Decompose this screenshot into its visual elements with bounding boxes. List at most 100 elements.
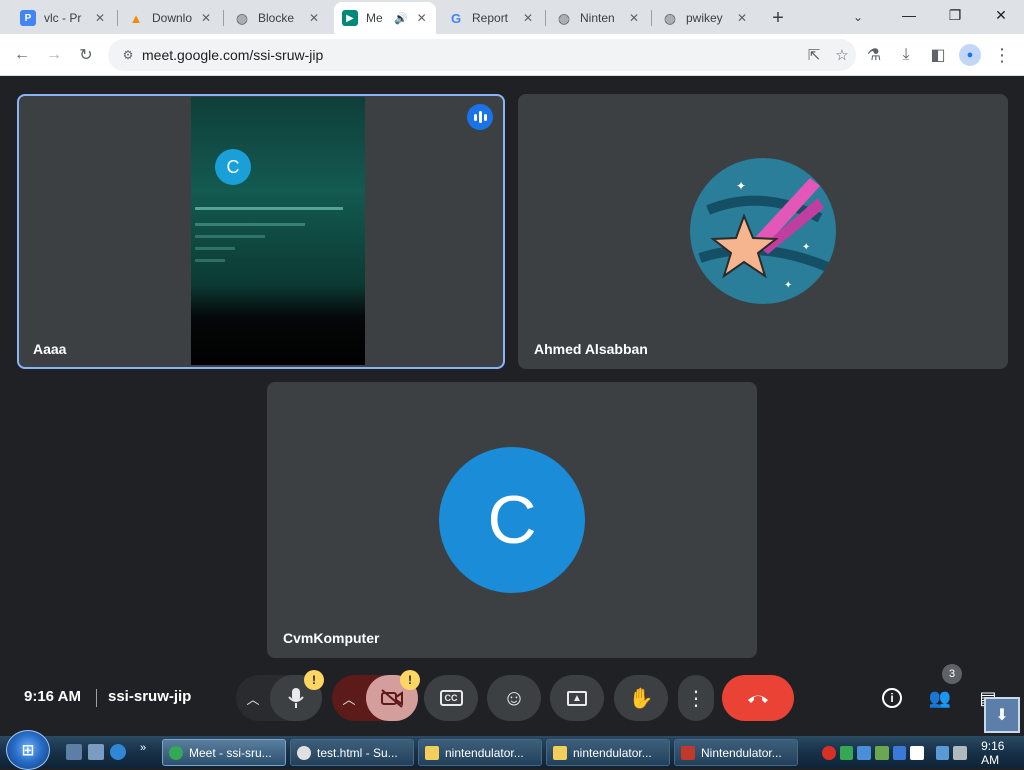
- tray-app-icon[interactable]: [857, 745, 871, 760]
- close-tab-icon[interactable]: ✕: [520, 10, 536, 26]
- video-artifact: [195, 223, 305, 226]
- close-tab-icon[interactable]: ✕: [626, 10, 642, 26]
- chrome-icon: [297, 745, 311, 760]
- tab-title: Ninten: [580, 11, 615, 25]
- new-tab-button[interactable]: +: [766, 6, 790, 30]
- download-icon[interactable]: ⤓: [892, 41, 920, 69]
- network-icon[interactable]: [839, 745, 854, 760]
- taskbar-item-label: Meet - ssi-sru...: [189, 745, 272, 760]
- meeting-code: ssi-sruw-jip: [108, 688, 192, 705]
- vlc-cone-icon: ▲: [129, 10, 143, 26]
- security-alert-icon[interactable]: [822, 745, 836, 760]
- present-screen-button[interactable]: ▲: [550, 675, 604, 721]
- participant-name: CvmKomputer: [283, 630, 380, 646]
- taskbar-item-nintendulator-folder-2[interactable]: nintendulator...: [546, 739, 670, 766]
- internet-explorer-icon[interactable]: [110, 744, 126, 760]
- tray-app-icon[interactable]: [892, 745, 907, 760]
- mic-warning-icon: !: [304, 670, 324, 690]
- svg-text:✦: ✦: [802, 242, 810, 253]
- forward-button[interactable]: →: [40, 41, 68, 69]
- tab-1[interactable]: ▲ Downlo ✕: [120, 2, 222, 34]
- show-desktop-icon[interactable]: [66, 744, 82, 760]
- taskbar-item-label: nintendulator...: [445, 745, 524, 760]
- reactions-button[interactable]: ☺: [487, 675, 541, 721]
- close-tab-icon[interactable]: ✕: [92, 10, 108, 26]
- tab-2[interactable]: ◍ Blocke ✕: [226, 2, 330, 34]
- leave-call-button[interactable]: [722, 675, 794, 721]
- close-tab-icon[interactable]: ✕: [198, 10, 214, 26]
- meeting-details-button[interactable]: i: [876, 682, 908, 714]
- more-options-button[interactable]: ⋮: [678, 675, 714, 721]
- display-icon[interactable]: [935, 745, 950, 760]
- profile-button[interactable]: ●: [956, 41, 984, 69]
- video-artifact: [195, 259, 225, 262]
- people-button[interactable]: 👥: [924, 682, 956, 714]
- svg-text:✦: ✦: [736, 179, 746, 193]
- site-info-icon[interactable]: ⚙: [114, 48, 142, 62]
- participant-video: C: [191, 97, 365, 365]
- svg-text:✦: ✦: [784, 280, 792, 291]
- info-icon: i: [882, 688, 902, 708]
- close-window-button[interactable]: ✕: [978, 0, 1024, 30]
- restore-button[interactable]: ❐: [932, 0, 978, 30]
- labs-flask-icon[interactable]: ⚗: [860, 41, 888, 69]
- video-avatar: C: [215, 149, 251, 185]
- tab-6[interactable]: ◍ pwikey ✕: [654, 2, 758, 34]
- share-icon[interactable]: ⇱: [800, 41, 828, 69]
- tray-app-icon[interactable]: [910, 745, 924, 760]
- tab-search-button[interactable]: ⌄: [846, 6, 870, 28]
- close-tab-icon[interactable]: ✕: [734, 10, 750, 26]
- profile-avatar-icon: ●: [959, 44, 981, 66]
- windows-logo-icon: ⊞: [21, 742, 35, 759]
- start-button[interactable]: ⊞: [6, 730, 50, 770]
- reload-button[interactable]: ↻: [72, 41, 100, 69]
- browser-toolbar: ← → ↻ ⚙ meet.google.com/ssi-sruw-jip ⇱ ☆…: [0, 34, 1024, 76]
- close-tab-icon[interactable]: ✕: [414, 10, 430, 26]
- taskbar-clock[interactable]: 9:16 AM: [981, 739, 1024, 767]
- explorer-icon[interactable]: [88, 744, 104, 760]
- audio-settings-chevron-icon[interactable]: ︿: [236, 675, 270, 721]
- windows-taskbar: ⊞ » Meet - ssi-sru... test.html - Su... …: [0, 730, 1024, 770]
- back-button[interactable]: ←: [8, 41, 36, 69]
- browser-menu-icon[interactable]: ⋮: [988, 41, 1016, 69]
- taskbar-item-nintendulator-folder[interactable]: nintendulator...: [418, 739, 542, 766]
- volume-muted-icon[interactable]: [953, 745, 968, 760]
- minimize-button[interactable]: —: [886, 0, 932, 30]
- overflow-chevron-icon[interactable]: »: [140, 742, 156, 758]
- participant-tile-aaaa[interactable]: C Aaaa: [17, 94, 505, 369]
- address-bar[interactable]: ⚙ meet.google.com/ssi-sruw-jip ⇱ ☆: [108, 39, 856, 71]
- captions-button[interactable]: CC: [424, 675, 478, 721]
- bookmark-star-icon[interactable]: ☆: [828, 41, 856, 69]
- docs-icon: P: [20, 10, 36, 26]
- closed-captions-icon: CC: [439, 690, 463, 706]
- close-tab-icon[interactable]: ✕: [306, 10, 322, 26]
- tray-app-icon[interactable]: [874, 745, 889, 760]
- tab-divider: [223, 10, 224, 26]
- side-panel-icon[interactable]: ◧: [924, 41, 952, 69]
- tab-5[interactable]: ◍ Ninten ✕: [548, 2, 650, 34]
- participant-tile-cvmkomputer[interactable]: C CvmKomputer: [267, 382, 757, 658]
- download-arrow-icon[interactable]: ⬇: [984, 697, 1020, 733]
- taskbar-item-test-html[interactable]: test.html - Su...: [290, 739, 414, 766]
- tab-meet-active[interactable]: ▶ Me 🔊 ✕: [334, 2, 436, 34]
- participant-tile-ahmed[interactable]: ✦ ✦ ✦ Ahmed Alsabban: [518, 94, 1008, 369]
- microphone-icon: [288, 688, 304, 708]
- present-screen-icon: ▲: [567, 690, 587, 706]
- taskbar-item-nintendulator-app[interactable]: Nintendulator...: [674, 739, 798, 766]
- audio-playing-icon[interactable]: 🔊: [394, 12, 408, 25]
- taskbar-item-meet[interactable]: Meet - ssi-sru...: [162, 739, 286, 766]
- tab-4[interactable]: G Report ✕: [440, 2, 544, 34]
- tab-divider: [651, 10, 652, 26]
- people-icon: 👥: [928, 687, 952, 708]
- taskbar-item-label: Nintendulator...: [701, 745, 782, 760]
- video-settings-chevron-icon[interactable]: ︿: [332, 675, 366, 721]
- participant-avatar: C: [439, 447, 585, 593]
- url-text[interactable]: meet.google.com/ssi-sruw-jip: [142, 47, 800, 63]
- speaking-indicator-icon: [467, 104, 493, 130]
- tab-0[interactable]: P vlc - Pr ✕: [12, 2, 116, 34]
- raise-hand-button[interactable]: ✋: [614, 675, 668, 721]
- video-artifact: [195, 247, 235, 250]
- folder-icon: [553, 745, 567, 760]
- browser-tabstrip: P vlc - Pr ✕ ▲ Downlo ✕ ◍ Blocke ✕ ▶ Me …: [0, 0, 1024, 34]
- tab-divider: [117, 10, 118, 26]
